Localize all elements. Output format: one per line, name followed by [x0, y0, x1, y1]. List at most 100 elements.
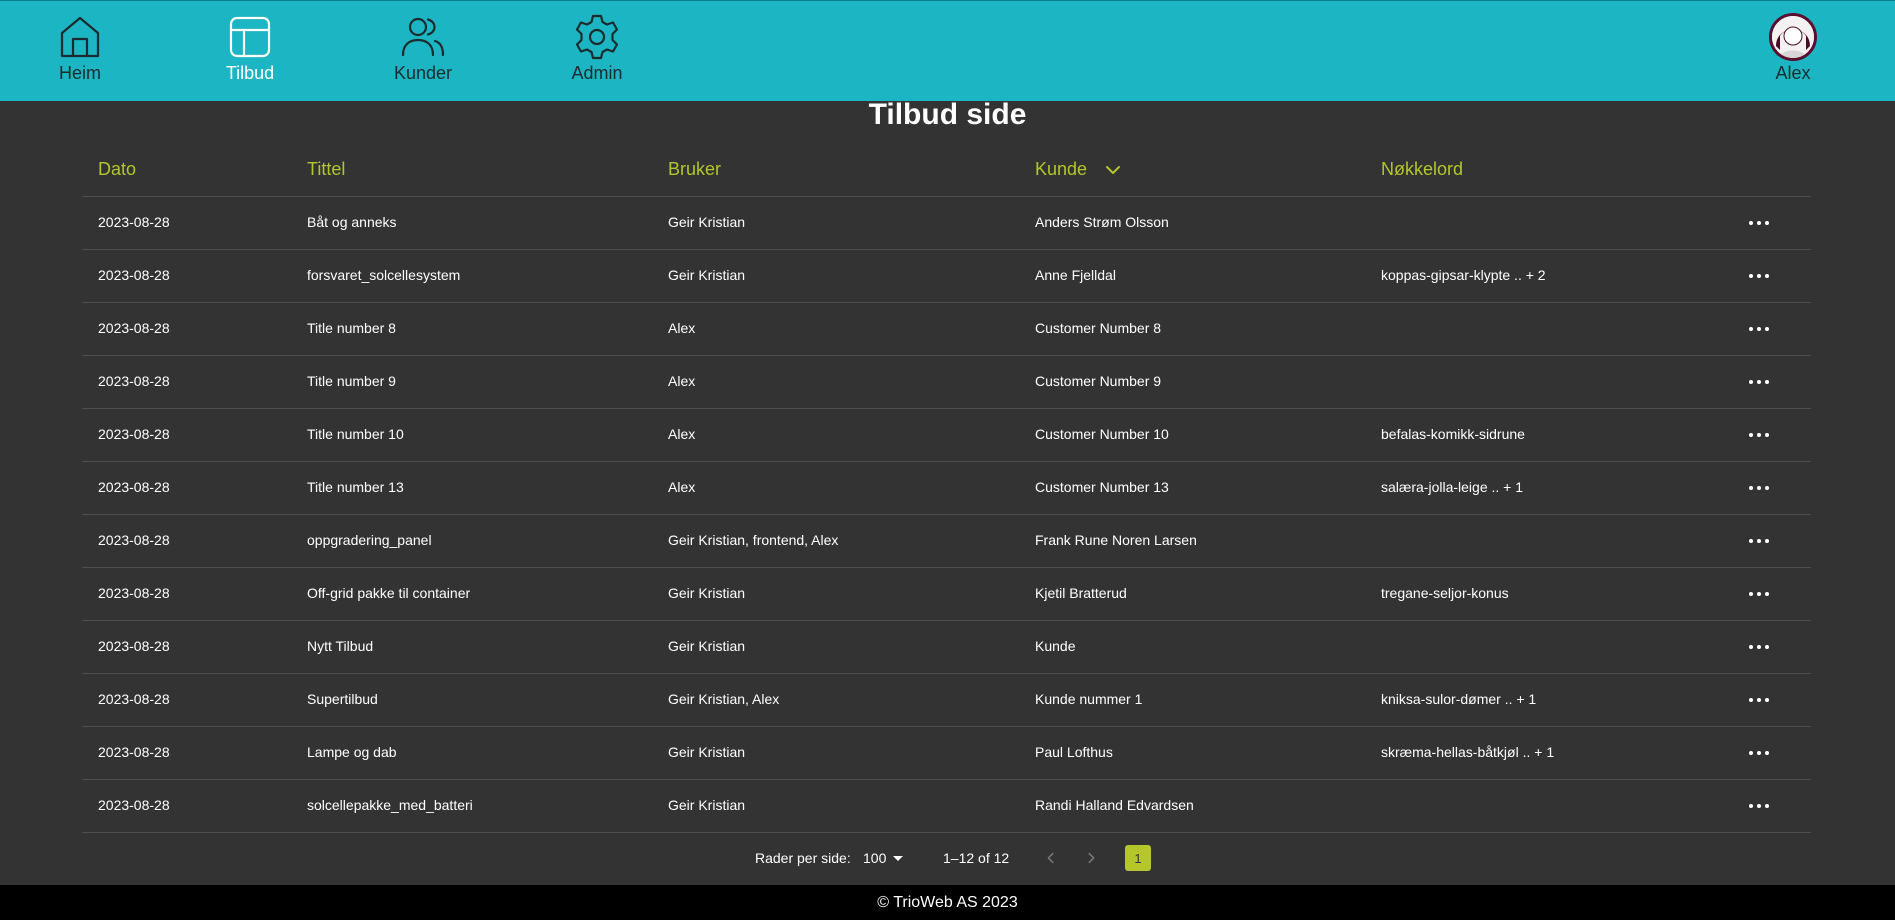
more-options-icon[interactable]	[1745, 317, 1773, 341]
cell-kunde: Customer Number 10	[1035, 426, 1169, 442]
cell-tittel: solcellepakke_med_batteri	[307, 797, 473, 813]
page-title: Tilbud side	[868, 98, 1027, 131]
table-row[interactable]: 2023-08-28 oppgradering_panel Geir Kristia…	[82, 515, 1811, 568]
column-header-tittel[interactable]: Tittel	[307, 159, 345, 180]
more-options-icon[interactable]	[1745, 529, 1773, 553]
cell-dato: 2023-08-28	[98, 373, 170, 389]
cell-bruker: Alex	[668, 320, 696, 336]
column-header-dato[interactable]: Dato	[98, 159, 136, 180]
table-row[interactable]: 2023-08-28 Lampe og dab Geir Kristian Paul …	[82, 727, 1811, 780]
cell-dato: 2023-08-28	[98, 320, 170, 336]
cell-kunde: Paul Lofthus	[1035, 744, 1113, 760]
previous-page-button[interactable]	[1040, 847, 1062, 869]
home-icon	[60, 16, 100, 58]
cell-kunde: Kunde	[1035, 638, 1076, 654]
cell-kunde: Kjetil Bratterud	[1035, 585, 1127, 601]
column-header-nokkelord[interactable]: Nøkkelord	[1381, 159, 1463, 180]
chevron-right-icon	[1088, 852, 1095, 864]
cell-nokkelord: kniksa-sulor-dømer .. + 1	[1381, 691, 1537, 707]
next-page-button[interactable]	[1080, 847, 1102, 869]
cell-bruker: Alex	[668, 479, 696, 495]
column-header-kunde[interactable]: Kunde	[1035, 159, 1121, 180]
nav-label-admin: Admin	[571, 63, 623, 83]
cell-bruker: Geir Kristian	[668, 585, 746, 601]
cell-kunde: Customer Number 8	[1035, 320, 1162, 336]
table-row[interactable]: 2023-08-28 forsvaret_solcellesystem Geir K…	[82, 250, 1811, 303]
footer-copyright: © TrioWeb AS 2023	[877, 893, 1018, 911]
rows-per-page-label: Rader per side:	[755, 850, 851, 866]
cell-bruker: Geir Kristian	[668, 638, 746, 654]
cell-kunde: Kunde nummer 1	[1035, 691, 1143, 707]
top-navigation-bar: Heim Tilbud Kunder Admin Alex	[0, 0, 1895, 101]
avatar-face-icon	[1772, 16, 1814, 58]
more-options-icon[interactable]	[1745, 423, 1773, 447]
cell-dato: 2023-08-28	[98, 638, 170, 654]
footer: © TrioWeb AS 2023	[0, 885, 1895, 920]
table-row[interactable]: 2023-08-28 Title number 13 Alex Customer Nu…	[82, 462, 1811, 515]
more-options-icon[interactable]	[1745, 794, 1773, 818]
cell-tittel: oppgradering_panel	[307, 532, 432, 548]
column-header-bruker[interactable]: Bruker	[668, 159, 721, 180]
more-options-icon[interactable]	[1745, 582, 1773, 606]
cell-tittel: Title number 13	[307, 479, 404, 495]
cell-nokkelord: salæra-jolla-leige .. + 1	[1381, 479, 1524, 495]
cell-dato: 2023-08-28	[98, 426, 170, 442]
cell-bruker: Alex	[668, 373, 696, 389]
table-row[interactable]: 2023-08-28 Title number 10 Alex Customer Nu…	[82, 409, 1811, 462]
page-button-current[interactable]: 1	[1125, 845, 1151, 871]
sort-chevron-down-icon[interactable]	[1105, 162, 1121, 178]
cell-tittel: Title number 9	[307, 373, 396, 389]
more-options-icon[interactable]	[1745, 476, 1773, 500]
table-header: Dato Tittel Bruker Kunde Nøkkelord	[82, 143, 1811, 197]
cell-dato: 2023-08-28	[98, 691, 170, 707]
more-options-icon[interactable]	[1745, 370, 1773, 394]
cell-dato: 2023-08-28	[98, 797, 170, 813]
gear-icon	[575, 14, 619, 60]
cell-kunde: Customer Number 13	[1035, 479, 1169, 495]
cell-tittel: Lampe og dab	[307, 744, 397, 760]
nav-item-tilbud[interactable]: Tilbud	[195, 13, 305, 91]
cell-dato: 2023-08-28	[98, 479, 170, 495]
column-header-bruker-label: Bruker	[668, 159, 722, 179]
table-row[interactable]: 2023-08-28 Nytt Tilbud Geir Kristian Kunde	[82, 621, 1811, 674]
cell-nokkelord: koppas-gipsar-klypte .. + 2	[1381, 267, 1546, 283]
chevron-left-icon	[1047, 852, 1054, 864]
cell-tittel: forsvaret_solcellesystem	[307, 267, 461, 283]
cell-nokkelord: tregane-seljor-konus	[1381, 585, 1509, 601]
more-options-icon[interactable]	[1745, 635, 1773, 659]
users-icon	[401, 17, 445, 57]
cell-dato: 2023-08-28	[98, 532, 170, 548]
cell-bruker: Geir Kristian	[668, 797, 746, 813]
table-row[interactable]: 2023-08-28 solcellepakke_med_batteri Geir …	[82, 780, 1811, 833]
cell-tittel: Nytt Tilbud	[307, 638, 374, 654]
nav-item-heim[interactable]: Heim	[25, 13, 135, 91]
more-options-icon[interactable]	[1745, 211, 1773, 235]
rows-per-page-select[interactable]: 100	[863, 850, 904, 866]
cell-tittel: Title number 8	[307, 320, 396, 336]
cell-bruker: Alex	[668, 426, 696, 442]
cell-bruker: Geir Kristian, Alex	[668, 691, 780, 707]
avatar	[1769, 13, 1817, 61]
nav-item-kunder[interactable]: Kunder	[368, 13, 478, 91]
table-row[interactable]: 2023-08-28 Supertilbud Geir Kristian, Alex…	[82, 674, 1811, 727]
table-row[interactable]: 2023-08-28 Båt og anneks Geir Kristian Ande…	[82, 197, 1811, 250]
table-row[interactable]: 2023-08-28 Off-grid pakke til container Ge…	[82, 568, 1811, 621]
user-menu[interactable]: Alex	[1738, 13, 1848, 91]
column-header-tittel-label: Tittel	[307, 159, 346, 179]
cell-kunde: Anne Fjelldal	[1035, 267, 1116, 283]
cell-tittel: Title number 10	[307, 426, 404, 442]
nav-item-admin[interactable]: Admin	[542, 13, 652, 91]
cell-dato: 2023-08-28	[98, 744, 170, 760]
table-row[interactable]: 2023-08-28 Title number 8 Alex Customer Num…	[82, 303, 1811, 356]
more-options-icon[interactable]	[1745, 688, 1773, 712]
cell-nokkelord: befalas-komikk-sidrune	[1381, 426, 1525, 442]
more-options-icon[interactable]	[1745, 741, 1773, 765]
cell-bruker: Geir Kristian, frontend, Alex	[668, 532, 839, 548]
cell-bruker: Geir Kristian	[668, 744, 746, 760]
pagination: Rader per side: 100 1–12 of 12 1	[0, 845, 1895, 871]
nav-label-kunder: Kunder	[393, 63, 453, 83]
table-row[interactable]: 2023-08-28 Title number 9 Alex Customer Num…	[82, 356, 1811, 409]
more-options-icon[interactable]	[1745, 264, 1773, 288]
table-body: 2023-08-28 Båt og anneks Geir Kristian Ande…	[82, 197, 1811, 833]
cell-nokkelord: skræma-hellas-båtkjøl .. + 1	[1381, 744, 1555, 760]
